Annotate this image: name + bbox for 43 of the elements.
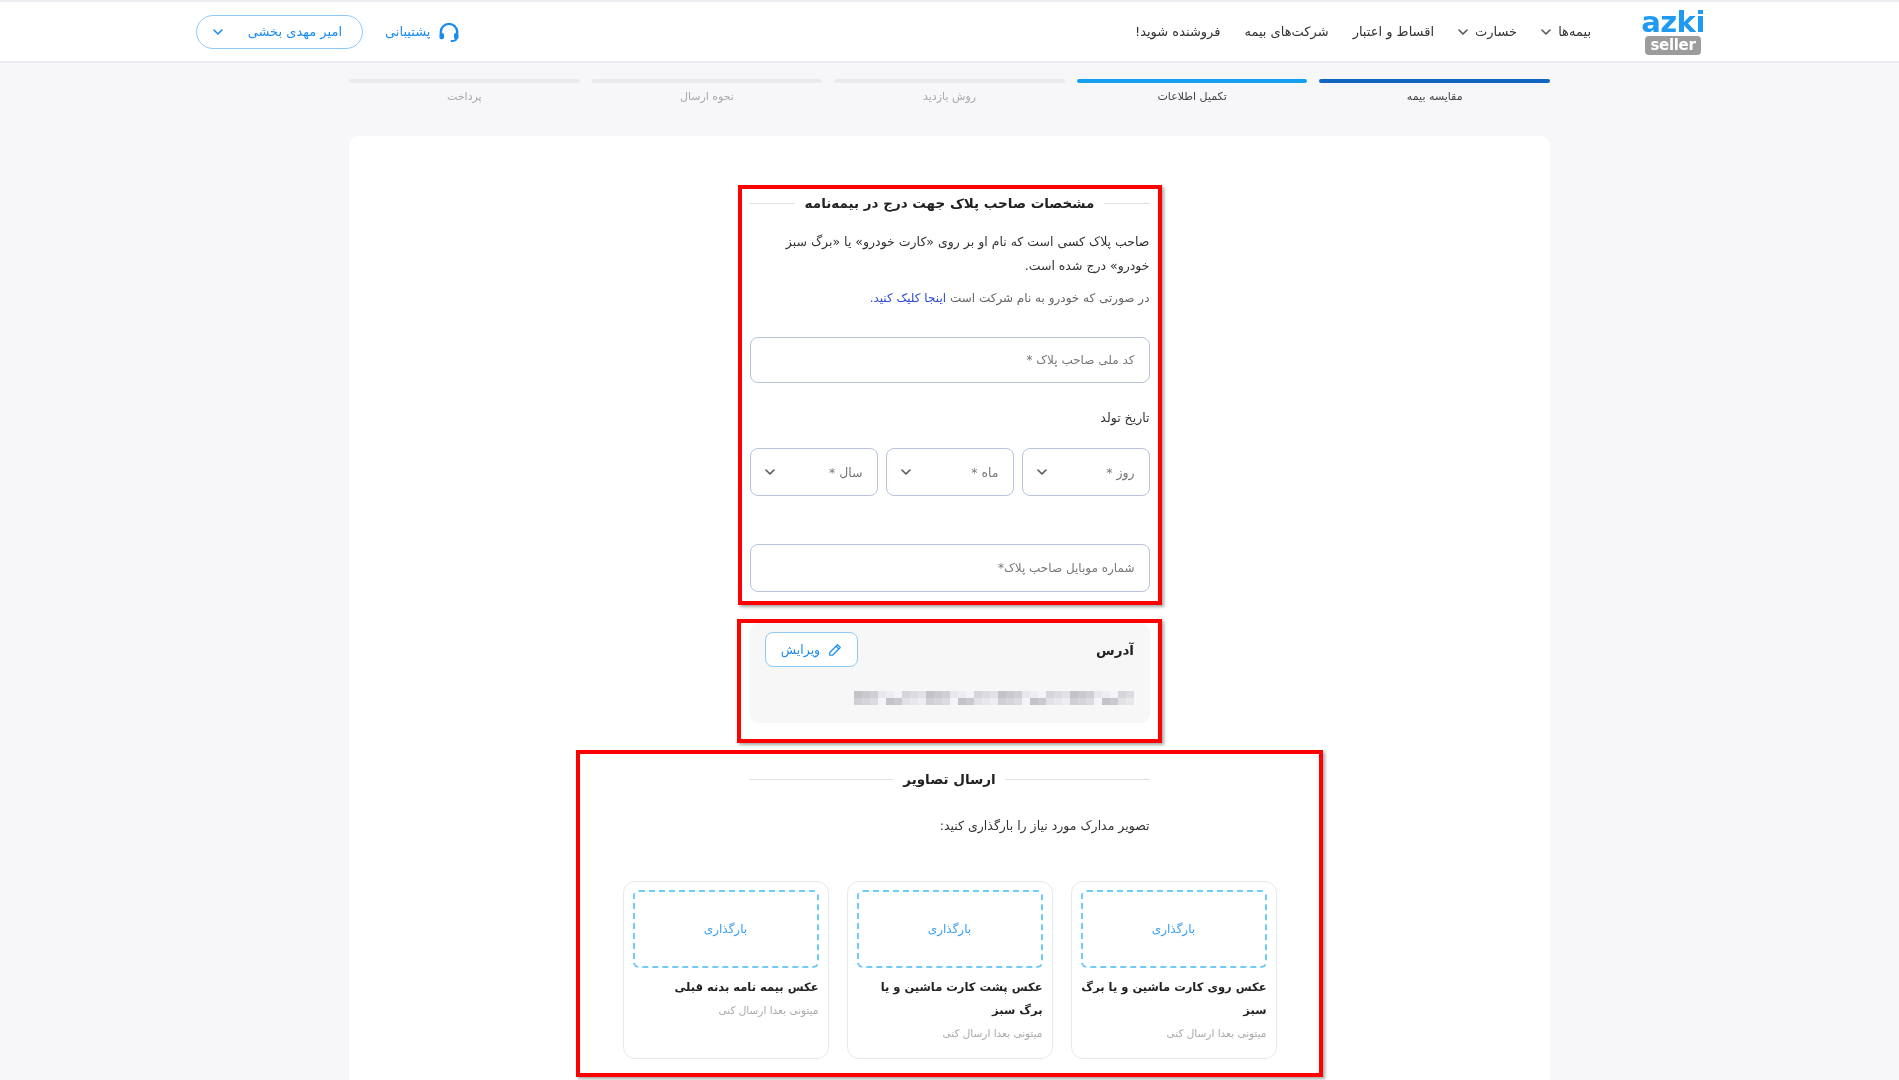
nav-menu-item[interactable]: بیمه‌ها [1541, 20, 1591, 43]
upload-dropzone[interactable]: بارگذاری [856, 890, 1043, 968]
nav-menu-item[interactable]: اقساط و اعتبار [1352, 20, 1435, 43]
description-text: صاحب پلاک کسی است که نام او بر روی «کارت خودرو» یا «برگ سبز خودرو» درج شده است. [784, 233, 1150, 276]
field-label: تاریخ تولد [1099, 409, 1150, 428]
edit-button[interactable]: ویرایش [765, 632, 858, 667]
address-title: آدرس [1096, 641, 1134, 658]
date-select[interactable]: سال * [749, 448, 878, 496]
company-note: در صورتی که خودرو به نام شرکت است اینجا کلیک کنید. [868, 290, 1150, 308]
upload-title: عکس پشت کارت ماشین و یا برگ سبز [879, 979, 1043, 1019]
step-label: روش بازدید [923, 89, 976, 105]
click-here-link[interactable]: اینجا کلیک کنید. [869, 291, 947, 305]
mobile-field[interactable]: شماره موبایل صاحب پلاک* [749, 544, 1150, 592]
headset-icon [438, 21, 461, 42]
date-select[interactable]: ماه * [885, 448, 1014, 496]
logo-subtitle: seller [1645, 35, 1701, 55]
pencil-icon [828, 642, 843, 657]
chevron-down-icon [764, 469, 775, 475]
upload-dropzone[interactable]: بارگذاری [632, 890, 819, 968]
nav-menu-item[interactable]: فروشنده شوید! [1134, 20, 1221, 43]
upload-dropzone[interactable]: بارگذاری [1080, 890, 1267, 968]
nav-menu-item[interactable]: خسارت [1458, 20, 1518, 43]
date-select[interactable]: روز * [1021, 448, 1150, 496]
upload-note: میتونی بعدا ارسال کنی [941, 1026, 1043, 1042]
chevron-down-icon [213, 28, 223, 35]
chevron-down-icon [900, 469, 911, 475]
upload-title: عکس بیمه نامه بدنه قبلی [673, 979, 819, 996]
step-label: مقایسه بیمه [1406, 89, 1463, 105]
logo-text: azki [1641, 10, 1705, 34]
chevron-down-icon [1036, 469, 1047, 475]
upload-title: عکس روی کارت ماشین و یا برگ سبز [1080, 979, 1267, 1019]
upload-note: میتونی بعدا ارسال کنی [717, 1003, 819, 1019]
support-link[interactable]: پشتیبانی [385, 17, 461, 46]
step-label: پرداخت [446, 89, 482, 105]
national-id-field[interactable]: کد ملی صاحب پلاک * [749, 337, 1150, 383]
upload-note: میتونی بعدا ارسال کنی [1165, 1026, 1267, 1042]
step-label: تکمیل اطلاعات [1157, 89, 1227, 105]
section-title: مشخصات صاحب پلاک جهت درج در بیمه‌نامه [804, 194, 1095, 214]
user-menu[interactable]: امیر مهدی بخشی [196, 14, 363, 49]
nav-menu-item[interactable]: شرکت‌های بیمه [1244, 20, 1329, 43]
upload-prompt: تصویر مدارک مورد نیاز را بارگذاری کنید: [938, 817, 1150, 836]
section-title: ارسال تصاویر [903, 770, 996, 789]
step-label: نحوه ارسال [679, 89, 734, 105]
